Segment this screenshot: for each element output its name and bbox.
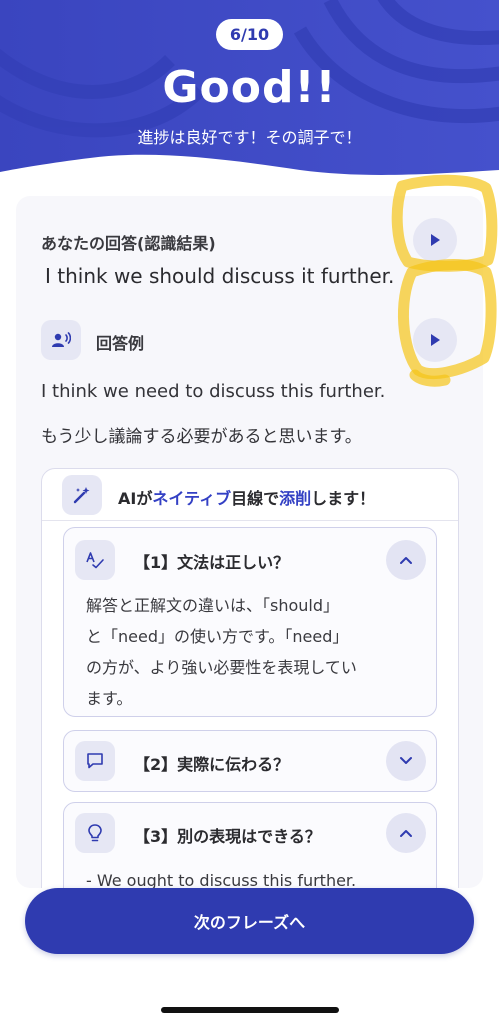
- play-answer-button[interactable]: [413, 218, 457, 262]
- chevron-up-icon: [400, 830, 412, 837]
- example-answer-text: I think we need to discuss this further.: [41, 381, 386, 402]
- ai-feedback-title: AIがネイティブ目線で添削します！: [118, 485, 375, 509]
- your-answer-text: I think we should discuss it further.: [45, 264, 395, 288]
- ai-icon-box: [62, 475, 102, 515]
- ai-title-highlight-native: ネイティブ: [152, 489, 232, 508]
- grammar-section: 【1】文法は正しい？ 解答と正解文の違いは、「should」 と「need」の使…: [63, 527, 437, 717]
- body-line: 解答と正解文の違いは、「should」: [86, 596, 340, 615]
- speaker-person-icon: [52, 332, 71, 347]
- result-title: Good!!: [162, 62, 337, 113]
- alternative-icon-box: [75, 813, 115, 853]
- feedback-card: あなたの回答(認識結果) I think we should discuss i…: [16, 196, 483, 888]
- chevron-up-icon: [400, 557, 412, 564]
- communication-expand-button[interactable]: [386, 741, 426, 781]
- result-header: 6/10 Good!! 進捗は良好です！その調子で！: [0, 0, 499, 200]
- alternative-section: 【3】別の表現はできる？ - We ought to discuss this …: [63, 802, 437, 888]
- ai-title-highlight-correction: 添削: [279, 489, 312, 508]
- ai-feedback-box: AIがネイティブ目線で添削します！ 【1】文法は正しい？ 解答と正解文の違いは、…: [41, 468, 459, 888]
- your-answer-label: あなたの回答(認識結果): [41, 234, 216, 253]
- home-indicator: [161, 1007, 339, 1013]
- body-line: - We ought to discuss this further.: [86, 871, 357, 888]
- spellcheck-icon: [86, 552, 104, 569]
- ai-title-part: します！: [311, 489, 376, 508]
- ai-title-part: AIが: [118, 489, 153, 508]
- play-icon: [431, 234, 440, 246]
- grammar-section-title: 【1】文法は正しい？: [134, 553, 290, 572]
- grammar-icon-box: [75, 540, 115, 580]
- communication-section-title: 【2】実際に伝わる？: [134, 755, 290, 774]
- body-line: と「need」の使い方です。「need」: [86, 627, 349, 646]
- example-icon-box: [41, 320, 81, 360]
- chat-bubble-icon: [87, 753, 103, 769]
- alternative-section-body: - We ought to discuss this further.: [86, 865, 420, 888]
- alternative-section-title: 【3】別の表現はできる？: [134, 827, 321, 846]
- lightbulb-icon: [88, 824, 102, 842]
- next-phrase-button[interactable]: 次のフレーズへ: [25, 888, 474, 954]
- ai-feedback-header: AIがネイティブ目線で添削します！: [42, 469, 458, 521]
- play-icon: [431, 334, 440, 346]
- body-line: の方が、より強い必要性を表現してい: [86, 658, 357, 677]
- play-example-button[interactable]: [413, 318, 457, 362]
- communication-section[interactable]: 【2】実際に伝わる？: [63, 730, 437, 792]
- body-line: ます。: [86, 689, 133, 708]
- communication-icon-box: [75, 741, 115, 781]
- example-answer-label: 回答例: [96, 334, 145, 353]
- magic-wand-icon: [73, 487, 90, 504]
- result-subtitle: 進捗は良好です！その調子で！: [137, 128, 362, 147]
- chevron-down-icon: [400, 757, 412, 764]
- grammar-section-body: 解答と正解文の違いは、「should」 と「need」の使い方です。「need」…: [86, 590, 420, 714]
- example-answer-translation: もう少し議論する必要があると思います。: [41, 427, 362, 447]
- grammar-collapse-button[interactable]: [386, 540, 426, 580]
- progress-counter: 6/10: [216, 19, 283, 50]
- alternative-collapse-button[interactable]: [386, 813, 426, 853]
- ai-title-part: 目線で: [231, 489, 280, 508]
